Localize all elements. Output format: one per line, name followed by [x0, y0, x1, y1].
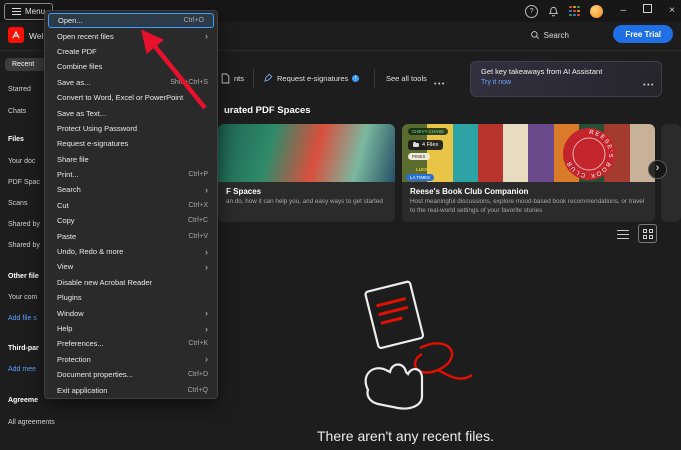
- menu-item-undo-redo[interactable]: Undo, Redo & more: [45, 244, 217, 259]
- titlebar-right: ? – ×: [525, 0, 675, 22]
- sidebar-item-your-computer[interactable]: Your com: [8, 294, 37, 301]
- list-view-icon[interactable]: [617, 230, 629, 240]
- apps-grid-icon[interactable]: [569, 5, 580, 17]
- menu-item-view[interactable]: View: [45, 259, 217, 274]
- menu-item-print[interactable]: Print... Ctrl+P: [45, 167, 217, 182]
- menu-item-open[interactable]: Open... Ctrl+O: [48, 13, 214, 29]
- menu-item-help[interactable]: Help: [45, 321, 217, 336]
- toolbar-documents-item[interactable]: nts: [221, 73, 244, 84]
- menu-item-open-recent-files[interactable]: Open recent files: [45, 28, 217, 43]
- menu-button-label: Menu: [25, 7, 46, 16]
- esign-pen-icon: [264, 73, 273, 82]
- sidebar-tab-starred[interactable]: Starred: [8, 86, 31, 93]
- sidebar-tab-recent[interactable]: Recent: [5, 58, 47, 71]
- sidebar-item-scans[interactable]: Scans: [8, 200, 27, 207]
- curated-spaces-heading: urated PDF Spaces: [224, 105, 311, 116]
- empty-state-illustration: [364, 280, 473, 410]
- menu-item-copy[interactable]: Copy Ctrl+C: [45, 213, 217, 228]
- hamburger-icon: [12, 8, 21, 15]
- sidebar-item-shared-by-you[interactable]: Shared by: [8, 221, 40, 228]
- sidebar-section-agreements: Agreeme: [8, 397, 38, 404]
- toolbar-esign-item[interactable]: Request e-signatures i: [263, 73, 360, 83]
- sidebar-link-add-file-storage[interactable]: Add file s: [8, 315, 37, 322]
- toolbar-divider: [253, 69, 254, 89]
- help-icon[interactable]: ?: [525, 4, 539, 18]
- try-it-now-link[interactable]: Try it now: [481, 79, 641, 86]
- reeses-card-image: CHEVY CHASE 4 Files PINES LUCKY LA TIMES…: [402, 124, 655, 182]
- pdf-spaces-card[interactable]: F Spaces an do, how it can help you, and…: [218, 124, 395, 222]
- card-title: Reese's Book Club Companion: [410, 187, 529, 196]
- file-menu-dropdown: Open...Ctrl+O Open recent files Create P…: [44, 10, 218, 399]
- search-icon: [530, 31, 539, 40]
- card-description: Host meaningful discussions, explore moo…: [410, 198, 645, 214]
- image-label: CHEVY CHASE: [408, 128, 449, 135]
- ai-assistant-banner[interactable]: Get key takeaways from AI Assistant Try …: [470, 61, 662, 97]
- menu-item-paste[interactable]: Paste Ctrl+V: [45, 228, 217, 243]
- acrobat-logo: [8, 27, 24, 43]
- menu-item-window[interactable]: Window: [45, 305, 217, 320]
- sidebar-section-other-file-storage: Other file: [8, 273, 39, 280]
- sidebar-link-add-meeting[interactable]: Add mee: [8, 366, 36, 373]
- sidebar-item-all-agreements[interactable]: All agreements: [8, 419, 55, 426]
- sidebar-item-your-documents[interactable]: Your doc: [8, 158, 35, 165]
- image-label: PINES: [408, 153, 430, 160]
- menu-item-plugins[interactable]: Plugins: [45, 290, 217, 305]
- menu-item-document-properties[interactable]: Document properties... Ctrl+D: [45, 367, 217, 382]
- menu-item-share-file[interactable]: Share file: [45, 152, 217, 167]
- see-all-tools-button[interactable]: See all tools: [386, 74, 427, 83]
- menu-item-preferences[interactable]: Preferences... Ctrl+K: [45, 336, 217, 351]
- minimize-button[interactable]: –: [621, 0, 627, 22]
- image-label: LA TIMES: [406, 174, 435, 181]
- menu-item-search[interactable]: Search: [45, 182, 217, 197]
- toolbar-divider: [374, 69, 375, 89]
- close-button[interactable]: ×: [669, 0, 675, 22]
- reeses-book-club-seal: REESE'S BOOK CLUB: [563, 128, 615, 180]
- menu-item-convert[interactable]: Convert to Word, Excel or PowerPoint: [45, 90, 217, 105]
- sidebar-item-shared-by-others[interactable]: Shared by: [8, 242, 40, 249]
- maximize-button[interactable]: [643, 0, 653, 22]
- pdf-spaces-card-image: [218, 124, 395, 182]
- sidebar-section-files: Files: [8, 136, 24, 143]
- tools-more-options-icon[interactable]: [434, 73, 446, 91]
- menu-item-protection[interactable]: Protection: [45, 352, 217, 367]
- search-control[interactable]: Search: [530, 30, 569, 40]
- window-controls: – ×: [621, 0, 675, 22]
- sidebar-item-pdf-spaces[interactable]: PDF Spac: [8, 179, 40, 186]
- menu-item-exit-application[interactable]: Exit application Ctrl+Q: [45, 382, 217, 397]
- acrobat-reader-window: Menu ? – × Wel Search Free Trial Recent …: [0, 0, 681, 450]
- ai-banner-title: Get key takeaways from AI Assistant: [481, 67, 603, 76]
- files-count-badge: 4 Files: [408, 140, 444, 150]
- menu-item-save-as-text[interactable]: Save as Text...: [45, 105, 217, 120]
- empty-recent-message: There aren't any recent files.: [317, 428, 494, 444]
- card-description: an do, how it can help you, and easy way…: [226, 198, 383, 205]
- menu-item-protect-password[interactable]: Protect Using Password: [45, 121, 217, 136]
- menu-item-request-esignatures[interactable]: Request e-signatures: [45, 136, 217, 151]
- sidebar-section-third-party: Third-par: [8, 345, 39, 352]
- sidebar-tab-chats[interactable]: Chats: [8, 108, 26, 115]
- welcome-text: Wel: [29, 31, 44, 41]
- folder-icon: [413, 141, 419, 147]
- free-trial-button[interactable]: Free Trial: [613, 25, 673, 43]
- menu-item-disable-new-reader[interactable]: Disable new Acrobat Reader: [45, 275, 217, 290]
- card-title: F Spaces: [226, 187, 262, 196]
- account-avatar[interactable]: [589, 4, 603, 18]
- grid-view-icon[interactable]: [638, 224, 657, 243]
- search-label: Search: [543, 30, 569, 40]
- menu-item-combine-files[interactable]: Combine files: [45, 59, 217, 74]
- document-icon: [221, 73, 230, 84]
- image-label: LUCKY: [416, 167, 432, 172]
- notifications-bell-icon[interactable]: [548, 6, 559, 17]
- menu-item-create-pdf[interactable]: Create PDF: [45, 44, 217, 59]
- reeses-book-club-card[interactable]: CHEVY CHASE 4 Files PINES LUCKY LA TIMES…: [402, 124, 655, 222]
- menu-item-cut[interactable]: Cut Ctrl+X: [45, 198, 217, 213]
- carousel-next-arrow[interactable]: ›: [648, 160, 667, 179]
- menu-item-save-as[interactable]: Save as... Shift+Ctrl+S: [45, 75, 217, 90]
- info-icon[interactable]: i: [352, 74, 360, 82]
- ai-banner-more-options-icon[interactable]: [643, 74, 655, 92]
